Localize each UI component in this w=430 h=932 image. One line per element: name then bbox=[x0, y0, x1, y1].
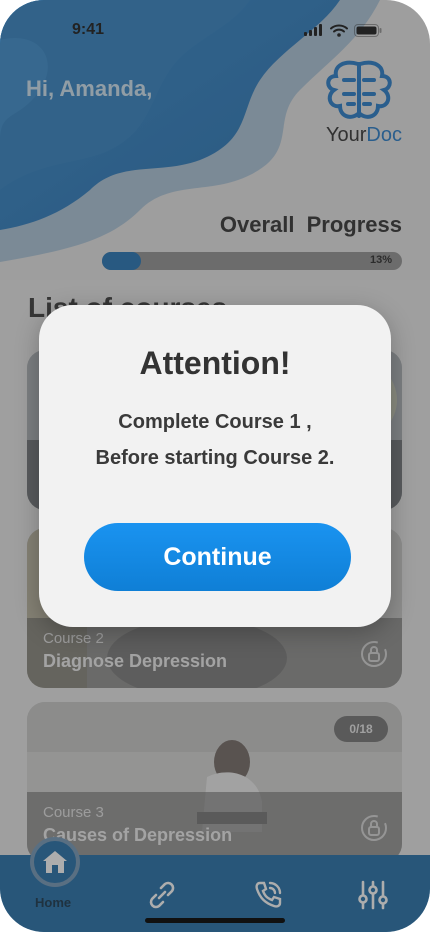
continue-button[interactable]: Continue bbox=[84, 523, 351, 591]
dialog-title: Attention! bbox=[139, 345, 291, 381]
home-indicator bbox=[145, 918, 285, 923]
dialog-message-line2: Before starting Course 2. bbox=[95, 447, 335, 469]
attention-dialog: Attention! Complete Course 1 , Before st… bbox=[39, 305, 391, 627]
app-screen: 9:41 Hi, Amanda, YourDoc Overall Progres… bbox=[0, 0, 430, 932]
dialog-message: Complete Course 1 , Before starting Cour… bbox=[39, 404, 391, 476]
dialog-message-line1: Complete Course 1 , bbox=[118, 411, 312, 433]
